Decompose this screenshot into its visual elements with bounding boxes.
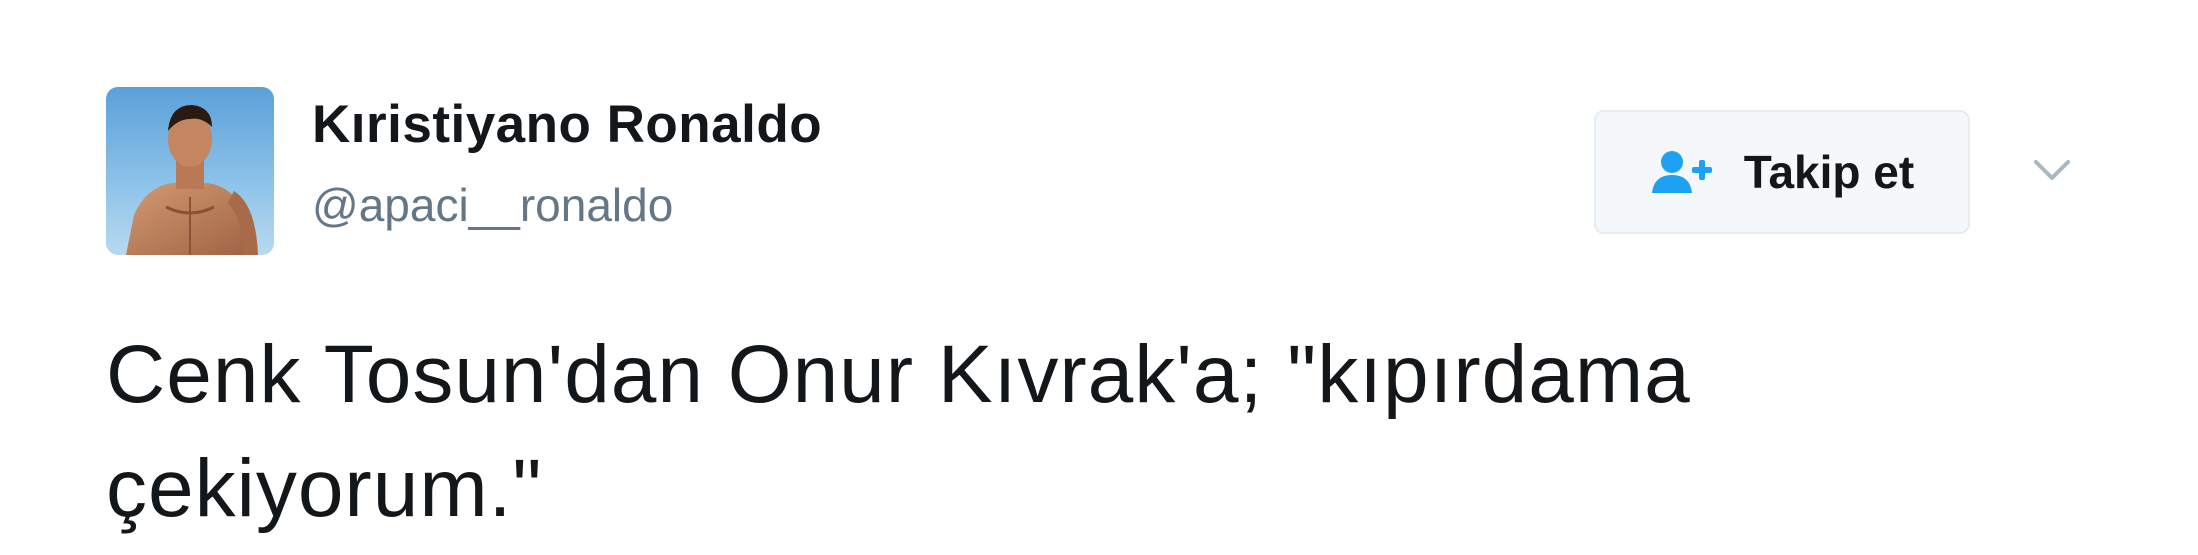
tweet-card: Kıristiyano Ronaldo @apaci__ronaldo Taki… [0,0,2198,555]
tweet-text-line-2: çekiyorum." [106,443,543,534]
author-screen-name[interactable]: @apaci__ronaldo [312,182,673,228]
avatar[interactable] [106,87,274,255]
tweet-text-line-1: Cenk Tosun'dan Onur Kıvrak'a; "kıpırdama [106,329,1691,420]
add-user-icon [1650,149,1714,195]
profile-photo-icon [106,87,274,255]
chevron-down-icon[interactable] [2030,148,2074,192]
author-display-name[interactable]: Kıristiyano Ronaldo [312,98,822,151]
tweet-text: Cenk Tosun'dan Onur Kıvrak'a; "kıpırdama… [106,318,2106,546]
follow-button-label: Takip et [1743,146,1915,198]
follow-button[interactable]: Takip et [1594,110,1970,234]
